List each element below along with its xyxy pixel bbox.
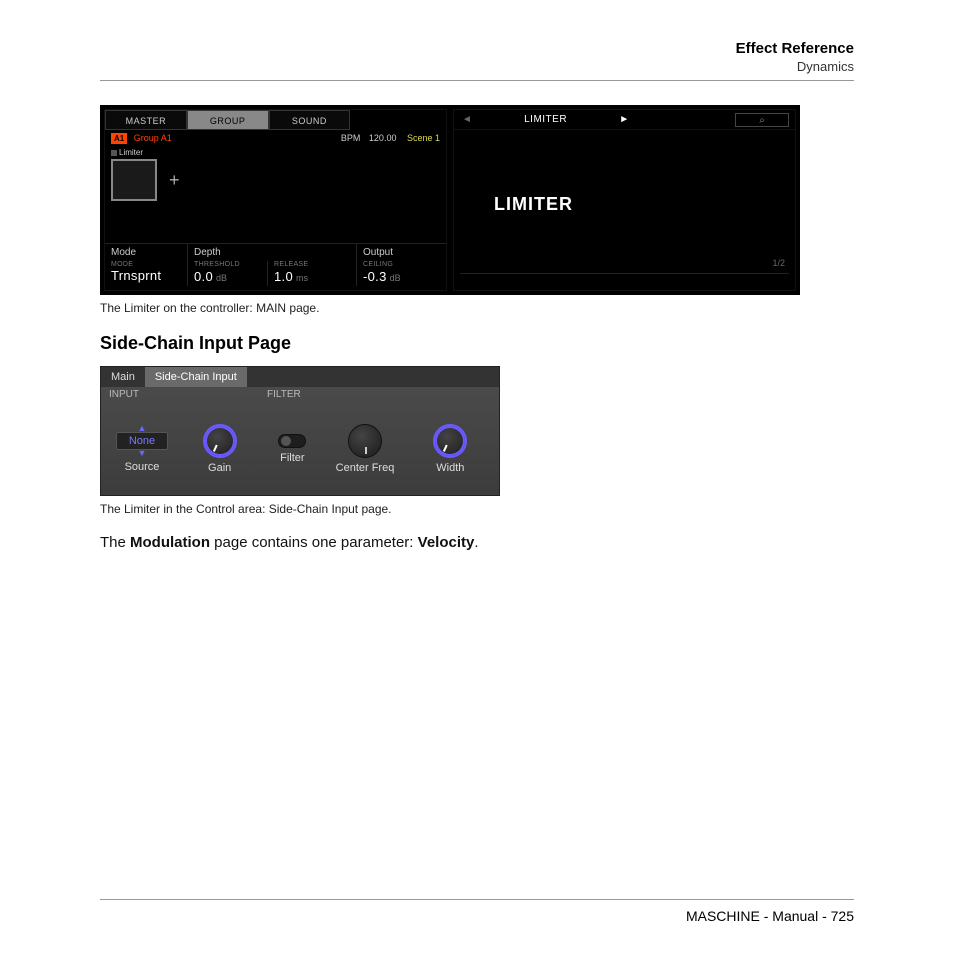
controller-screenshot: MASTER GROUP SOUND A1 Group A1 BPM 120.0… bbox=[100, 105, 800, 295]
text-modulation: Modulation bbox=[130, 534, 210, 551]
param-mode-label: MODE bbox=[111, 261, 187, 268]
section-output: Output bbox=[356, 244, 440, 261]
param-ceiling-unit: dB bbox=[390, 273, 401, 283]
bpm-value: 120.00 bbox=[369, 133, 397, 143]
text-velocity: Velocity bbox=[418, 534, 475, 551]
text-pre: The bbox=[100, 534, 130, 551]
text-post: . bbox=[474, 534, 478, 551]
section-mode: Mode bbox=[111, 244, 187, 261]
tab-master[interactable]: MASTER bbox=[105, 110, 187, 130]
tab-group[interactable]: GROUP bbox=[187, 110, 269, 130]
param-release-value[interactable]: 1.0 bbox=[274, 269, 293, 284]
group-label-input: INPUT bbox=[109, 387, 263, 403]
section-heading: Side-Chain Input Page bbox=[100, 333, 854, 354]
param-threshold-value[interactable]: 0.0 bbox=[194, 269, 213, 284]
page-header-subtitle: Dynamics bbox=[100, 59, 854, 74]
page-indicator: 1/2 bbox=[772, 258, 785, 268]
knob-gain[interactable] bbox=[203, 424, 237, 458]
plugin-pad[interactable] bbox=[111, 159, 157, 201]
param-release-unit: ms bbox=[296, 273, 308, 283]
param-threshold-label: THRESHOLD bbox=[194, 261, 267, 268]
nav-prev-icon[interactable]: ◄ bbox=[454, 114, 480, 125]
slot-badge: A1 bbox=[111, 133, 127, 144]
param-release-label: RELEASE bbox=[274, 261, 356, 268]
figure1-caption: The Limiter on the controller: MAIN page… bbox=[100, 301, 854, 315]
nav-next-icon[interactable]: ► bbox=[611, 114, 637, 125]
body-paragraph: The Modulation page contains one paramet… bbox=[100, 534, 854, 551]
source-down-arrow-icon[interactable]: ▼ bbox=[138, 450, 147, 457]
label-width: Width bbox=[436, 462, 464, 474]
label-gain: Gain bbox=[208, 462, 231, 474]
knob-center-freq[interactable] bbox=[348, 424, 382, 458]
label-source: Source bbox=[125, 461, 160, 473]
plugin-chip-limiter[interactable]: Limiter bbox=[111, 148, 440, 157]
search-icon[interactable]: ⌕ bbox=[735, 113, 789, 127]
controller-right-screen: ◄ LIMITER ► ⌕ LIMITER 1/2 bbox=[453, 109, 796, 291]
group-label-filter: FILTER bbox=[267, 387, 491, 403]
section-depth: Depth bbox=[187, 244, 356, 261]
figure2-caption: The Limiter in the Control area: Side-Ch… bbox=[100, 502, 854, 516]
divider bbox=[100, 80, 854, 81]
param-threshold-unit: dB bbox=[216, 273, 227, 283]
plugin-title: LIMITER bbox=[494, 194, 573, 215]
tab-sidechain-input[interactable]: Side-Chain Input bbox=[145, 367, 247, 387]
param-ceiling-value[interactable]: -0.3 bbox=[363, 269, 387, 284]
label-filter: Filter bbox=[280, 452, 304, 464]
param-ceiling-label: CEILING bbox=[363, 261, 440, 268]
control-area-screenshot: Main Side-Chain Input INPUT FILTER ▲ Non… bbox=[100, 366, 500, 496]
param-mode-value[interactable]: Trnsprnt bbox=[111, 268, 187, 283]
add-plugin-icon[interactable]: + bbox=[169, 171, 180, 189]
page-header-title: Effect Reference bbox=[100, 40, 854, 57]
text-mid: page contains one parameter: bbox=[210, 534, 418, 551]
label-center-freq: Center Freq bbox=[336, 462, 395, 474]
knob-width[interactable] bbox=[433, 424, 467, 458]
controller-left-screen: MASTER GROUP SOUND A1 Group A1 BPM 120.0… bbox=[104, 109, 447, 291]
tab-sound[interactable]: SOUND bbox=[269, 110, 351, 130]
source-up-arrow-icon[interactable]: ▲ bbox=[138, 425, 147, 432]
page-footer: MASCHINE - Manual - 725 bbox=[100, 899, 854, 924]
toggle-filter[interactable] bbox=[278, 434, 306, 448]
scene-indicator: Scene 1 bbox=[407, 133, 440, 143]
group-name: Group A1 bbox=[134, 133, 172, 143]
tab-main[interactable]: Main bbox=[101, 367, 145, 387]
right-screen-title: LIMITER bbox=[480, 114, 611, 125]
bpm-label: BPM bbox=[341, 133, 361, 143]
